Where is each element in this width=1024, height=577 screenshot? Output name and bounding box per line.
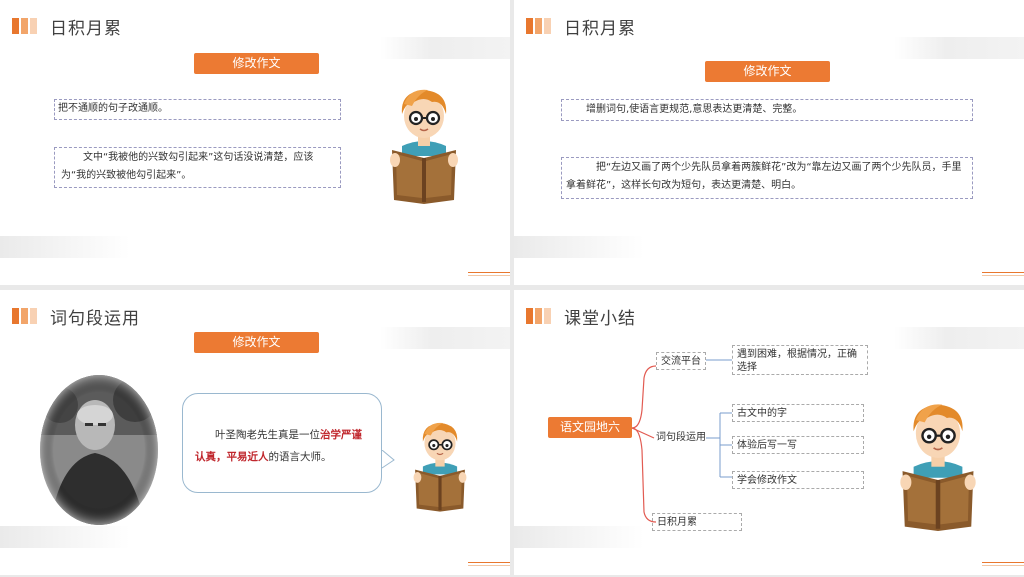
footer-shade [514, 236, 644, 258]
slide-title: 日积月累 [564, 19, 636, 39]
footer-line [982, 562, 1024, 563]
slide-1: 日积月累 修改作文 把不通顺的句子改通顺。 文中“我被他的兴致勾引起来”这句话没… [0, 0, 510, 285]
mindmap-branch: 交流平台 [656, 352, 706, 370]
title-decoration [12, 308, 38, 324]
section-pill: 修改作文 [194, 53, 319, 74]
quote-text: 叶圣陶老先生真是一位 [215, 429, 320, 441]
slide-2: 日积月累 修改作文 增删词句,使语言更规范,意思表达更清楚、完整。 把“左边又画… [514, 0, 1024, 285]
footer-line [468, 275, 510, 276]
slide-title: 日积月累 [50, 19, 122, 39]
mindmap-leaf: 遇到困难，根据情况，正确选择 [732, 345, 868, 375]
mindmap-leaf: 古文中的字 [732, 404, 864, 422]
footer-line [982, 565, 1024, 566]
footer-line [468, 565, 510, 566]
section-pill: 修改作文 [705, 61, 830, 82]
footer-line [468, 562, 510, 563]
mindmap-branch: 词句段运用 [656, 432, 706, 443]
reading-boy-illustration [413, 422, 467, 512]
mindmap-branch: 日积月累 [652, 513, 742, 531]
mindmap-root: 语文园地六 [548, 417, 632, 438]
footer-shade [0, 526, 130, 548]
mindmap-leaf: 体验后写一写 [732, 436, 864, 454]
reading-boy-illustration [390, 89, 458, 204]
title-decoration [12, 18, 38, 34]
mindmap-leaf: 学会修改作文 [732, 471, 864, 489]
header-shade [380, 327, 510, 349]
footer-shade [0, 236, 130, 258]
footer-line [982, 275, 1024, 276]
reading-boy-illustration [900, 404, 976, 531]
text-box-instruction: 把不通顺的句子改通顺。 [54, 99, 341, 120]
footer-line [982, 272, 1024, 273]
bubble-tail [381, 450, 395, 469]
section-pill: 修改作文 [194, 332, 319, 353]
quote-bubble: 叶圣陶老先生真是一位治学严谨认真，平易近人的语言大师。 [182, 393, 382, 493]
text-box-example: 把“左边又画了两个少先队员拿着两簇鲜花”改为“靠左边又画了两个少先队员，手里拿着… [561, 157, 973, 199]
portrait-photo [40, 375, 158, 525]
slide-title: 词句段运用 [50, 309, 140, 329]
quote-text-end: 的语言大师。 [268, 451, 332, 463]
text-box-instruction: 增删词句,使语言更规范,意思表达更清楚、完整。 [561, 99, 973, 121]
text-box-example: 文中“我被他的兴致勾引起来”这句话没说清楚，应该为“我的兴致被他勾引起来”。 [54, 147, 341, 188]
title-decoration [526, 18, 552, 34]
footer-shade [514, 526, 644, 548]
header-shade [894, 37, 1024, 59]
header-shade [380, 37, 510, 59]
slide-4: 课堂小结 语文园地六 交流平台 遇到困难，根据情况，正确选择 词句段运用 古文中… [514, 290, 1024, 575]
footer-line [468, 272, 510, 273]
slide-3: 词句段运用 修改作文 叶圣陶老先生真是一位治学严谨认真，平易近人的语言大师。 [0, 290, 510, 575]
